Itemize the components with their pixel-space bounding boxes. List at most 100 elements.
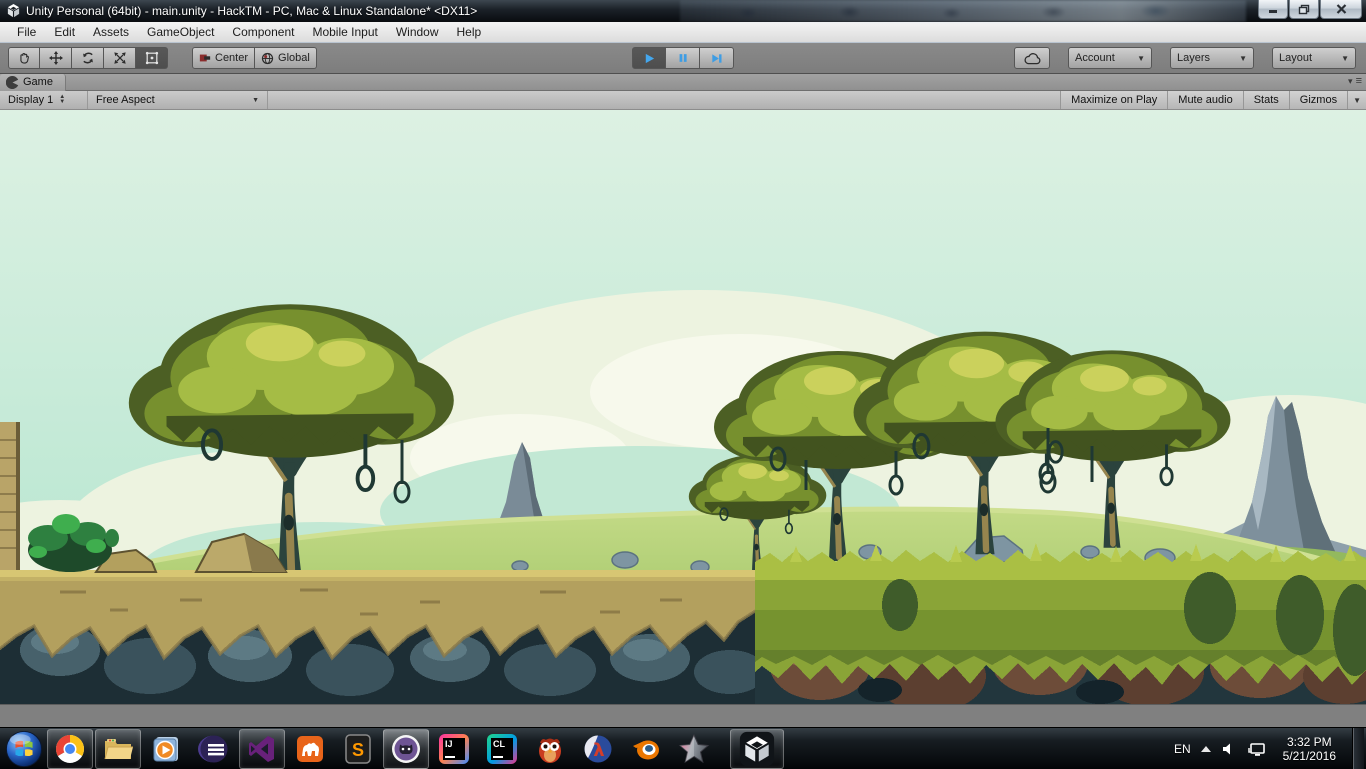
cloud-services-button[interactable] bbox=[1014, 47, 1050, 69]
move-tool-button[interactable] bbox=[40, 47, 72, 69]
pause-icon bbox=[679, 54, 687, 62]
center-pivot-icon bbox=[199, 54, 211, 62]
taskbar-item-star[interactable] bbox=[671, 729, 717, 769]
visual-studio-icon bbox=[249, 735, 274, 762]
layout-label: Layout bbox=[1279, 52, 1313, 64]
unity-toolbar: Center Global Account ▼ Layers ▼ Layout … bbox=[0, 43, 1366, 74]
menu-gameobject[interactable]: GameObject bbox=[138, 23, 223, 41]
menu-file[interactable]: File bbox=[8, 23, 45, 41]
hand-icon bbox=[20, 52, 29, 64]
display-label: Display 1 bbox=[8, 94, 54, 106]
play-icon bbox=[645, 53, 654, 63]
rotate-tool-button[interactable] bbox=[72, 47, 104, 69]
menu-mobile-input[interactable]: Mobile Input bbox=[303, 23, 386, 41]
globe-icon bbox=[261, 52, 274, 64]
window-titlebar[interactable]: Unity Personal (64bit) - main.unity - Ha… bbox=[0, 0, 1366, 22]
blender-icon bbox=[633, 740, 659, 759]
clock[interactable]: 3:32 PM 5/21/2016 bbox=[1277, 735, 1342, 763]
owl-icon bbox=[539, 738, 561, 763]
gizmos-dropdown[interactable]: Gizmos bbox=[1288, 91, 1348, 109]
camel-icon bbox=[297, 735, 323, 762]
hand-tool-button[interactable] bbox=[8, 47, 40, 69]
minimize-button[interactable] bbox=[1258, 0, 1288, 19]
window-title: Unity Personal (64bit) - main.unity - Ha… bbox=[26, 3, 478, 18]
menu-assets[interactable]: Assets bbox=[84, 23, 138, 41]
layers-dropdown[interactable]: Layers ▼ bbox=[1170, 47, 1254, 69]
maximize-on-play-toggle[interactable]: Maximize on Play bbox=[1060, 91, 1168, 109]
taskbar-item-visual-studio[interactable] bbox=[239, 728, 285, 769]
rotation-global-button[interactable]: Global bbox=[255, 47, 317, 69]
aspect-dropdown[interactable]: Free Aspect ▼ bbox=[88, 91, 268, 109]
pivot-center-button[interactable]: Center bbox=[192, 47, 256, 69]
rect-tool-button[interactable] bbox=[136, 47, 168, 69]
menu-help[interactable]: Help bbox=[448, 23, 491, 41]
pause-button[interactable] bbox=[666, 47, 700, 69]
panel-caret-icon[interactable]: ▾ bbox=[1348, 76, 1353, 87]
racket-icon: λ bbox=[584, 735, 612, 762]
file-explorer-icon bbox=[104, 738, 133, 759]
center-label: Center bbox=[215, 52, 249, 64]
media-player-icon bbox=[153, 736, 178, 761]
language-indicator[interactable]: EN bbox=[1174, 742, 1191, 756]
account-dropdown[interactable]: Account ▼ bbox=[1068, 47, 1152, 69]
intellij-letters: IJ bbox=[445, 738, 453, 749]
scale-tool-button[interactable] bbox=[104, 47, 136, 69]
panel-menu-icon[interactable]: ≡ bbox=[1356, 75, 1362, 87]
caret-down-icon: ▼ bbox=[252, 96, 259, 104]
clion-icon: CL bbox=[487, 733, 517, 764]
close-button[interactable] bbox=[1320, 0, 1362, 19]
menu-window[interactable]: Window bbox=[387, 23, 448, 41]
caret-down-icon: ▼ bbox=[1137, 53, 1145, 63]
sublime-text-icon: S bbox=[345, 733, 371, 764]
stone-wall bbox=[0, 422, 20, 572]
restore-button[interactable] bbox=[1289, 0, 1319, 19]
caret-down-icon: ▼ bbox=[1341, 53, 1349, 63]
clion-letters: CL bbox=[493, 738, 505, 749]
taskbar-item-racket[interactable]: λ bbox=[575, 729, 621, 769]
taskbar-item-sublime[interactable]: S bbox=[335, 729, 381, 769]
game-viewport[interactable] bbox=[0, 110, 1366, 704]
menu-component[interactable]: Component bbox=[223, 23, 303, 41]
desktop: Unity Personal (64bit) - main.unity - Ha… bbox=[0, 0, 1366, 769]
minimize-icon bbox=[1269, 9, 1277, 13]
taskbar-item-clion[interactable]: CL bbox=[479, 729, 525, 769]
transform-tools bbox=[8, 47, 168, 69]
platform-left bbox=[0, 570, 766, 704]
stats-toggle[interactable]: Stats bbox=[1242, 91, 1289, 109]
taskbar-item-chrome[interactable] bbox=[47, 728, 93, 769]
gizmos-caret[interactable]: ▼ bbox=[1347, 91, 1366, 109]
show-desktop-button[interactable] bbox=[1352, 727, 1364, 769]
hidden-icons-button[interactable] bbox=[1200, 745, 1211, 752]
taskbar-item-github-desktop[interactable] bbox=[383, 728, 429, 769]
taskbar-item-explorer[interactable] bbox=[95, 728, 141, 769]
rotate-icon bbox=[82, 52, 93, 64]
stepper-icon: ▲ ▼ bbox=[59, 94, 66, 105]
tab-game[interactable]: Game bbox=[0, 73, 66, 91]
taskbar-item-eclipse[interactable] bbox=[191, 729, 237, 769]
tab-game-label: Game bbox=[23, 76, 53, 88]
unity-app-icon bbox=[7, 3, 20, 18]
close-icon bbox=[1336, 4, 1346, 14]
play-button[interactable] bbox=[632, 47, 666, 69]
taskbar-item-media-player[interactable] bbox=[143, 729, 189, 769]
display-dropdown[interactable]: Display 1 ▲ ▼ bbox=[0, 91, 88, 109]
taskbar-item-unity[interactable] bbox=[730, 728, 784, 769]
stats-label: Stats bbox=[1253, 94, 1279, 106]
mute-audio-toggle[interactable]: Mute audio bbox=[1167, 91, 1243, 109]
menubar: File Edit Assets GameObject Component Mo… bbox=[0, 22, 1366, 43]
menu-edit[interactable]: Edit bbox=[45, 23, 84, 41]
scale-icon bbox=[113, 52, 126, 64]
layout-dropdown[interactable]: Layout ▼ bbox=[1272, 47, 1356, 69]
game-scene bbox=[0, 110, 1366, 704]
network-icon[interactable] bbox=[1247, 741, 1267, 757]
taskbar-item-owl[interactable] bbox=[527, 729, 573, 769]
start-button[interactable] bbox=[2, 729, 46, 769]
global-label: Global bbox=[278, 52, 310, 64]
volume-icon[interactable] bbox=[1221, 741, 1237, 757]
aero-glass-reflection bbox=[680, 0, 1246, 22]
window-bottom-strip bbox=[0, 704, 1366, 727]
taskbar-item-camel[interactable] bbox=[287, 729, 333, 769]
taskbar-item-intellij[interactable]: IJ bbox=[431, 729, 477, 769]
step-button[interactable] bbox=[700, 47, 734, 69]
taskbar-item-blender[interactable] bbox=[623, 729, 669, 769]
